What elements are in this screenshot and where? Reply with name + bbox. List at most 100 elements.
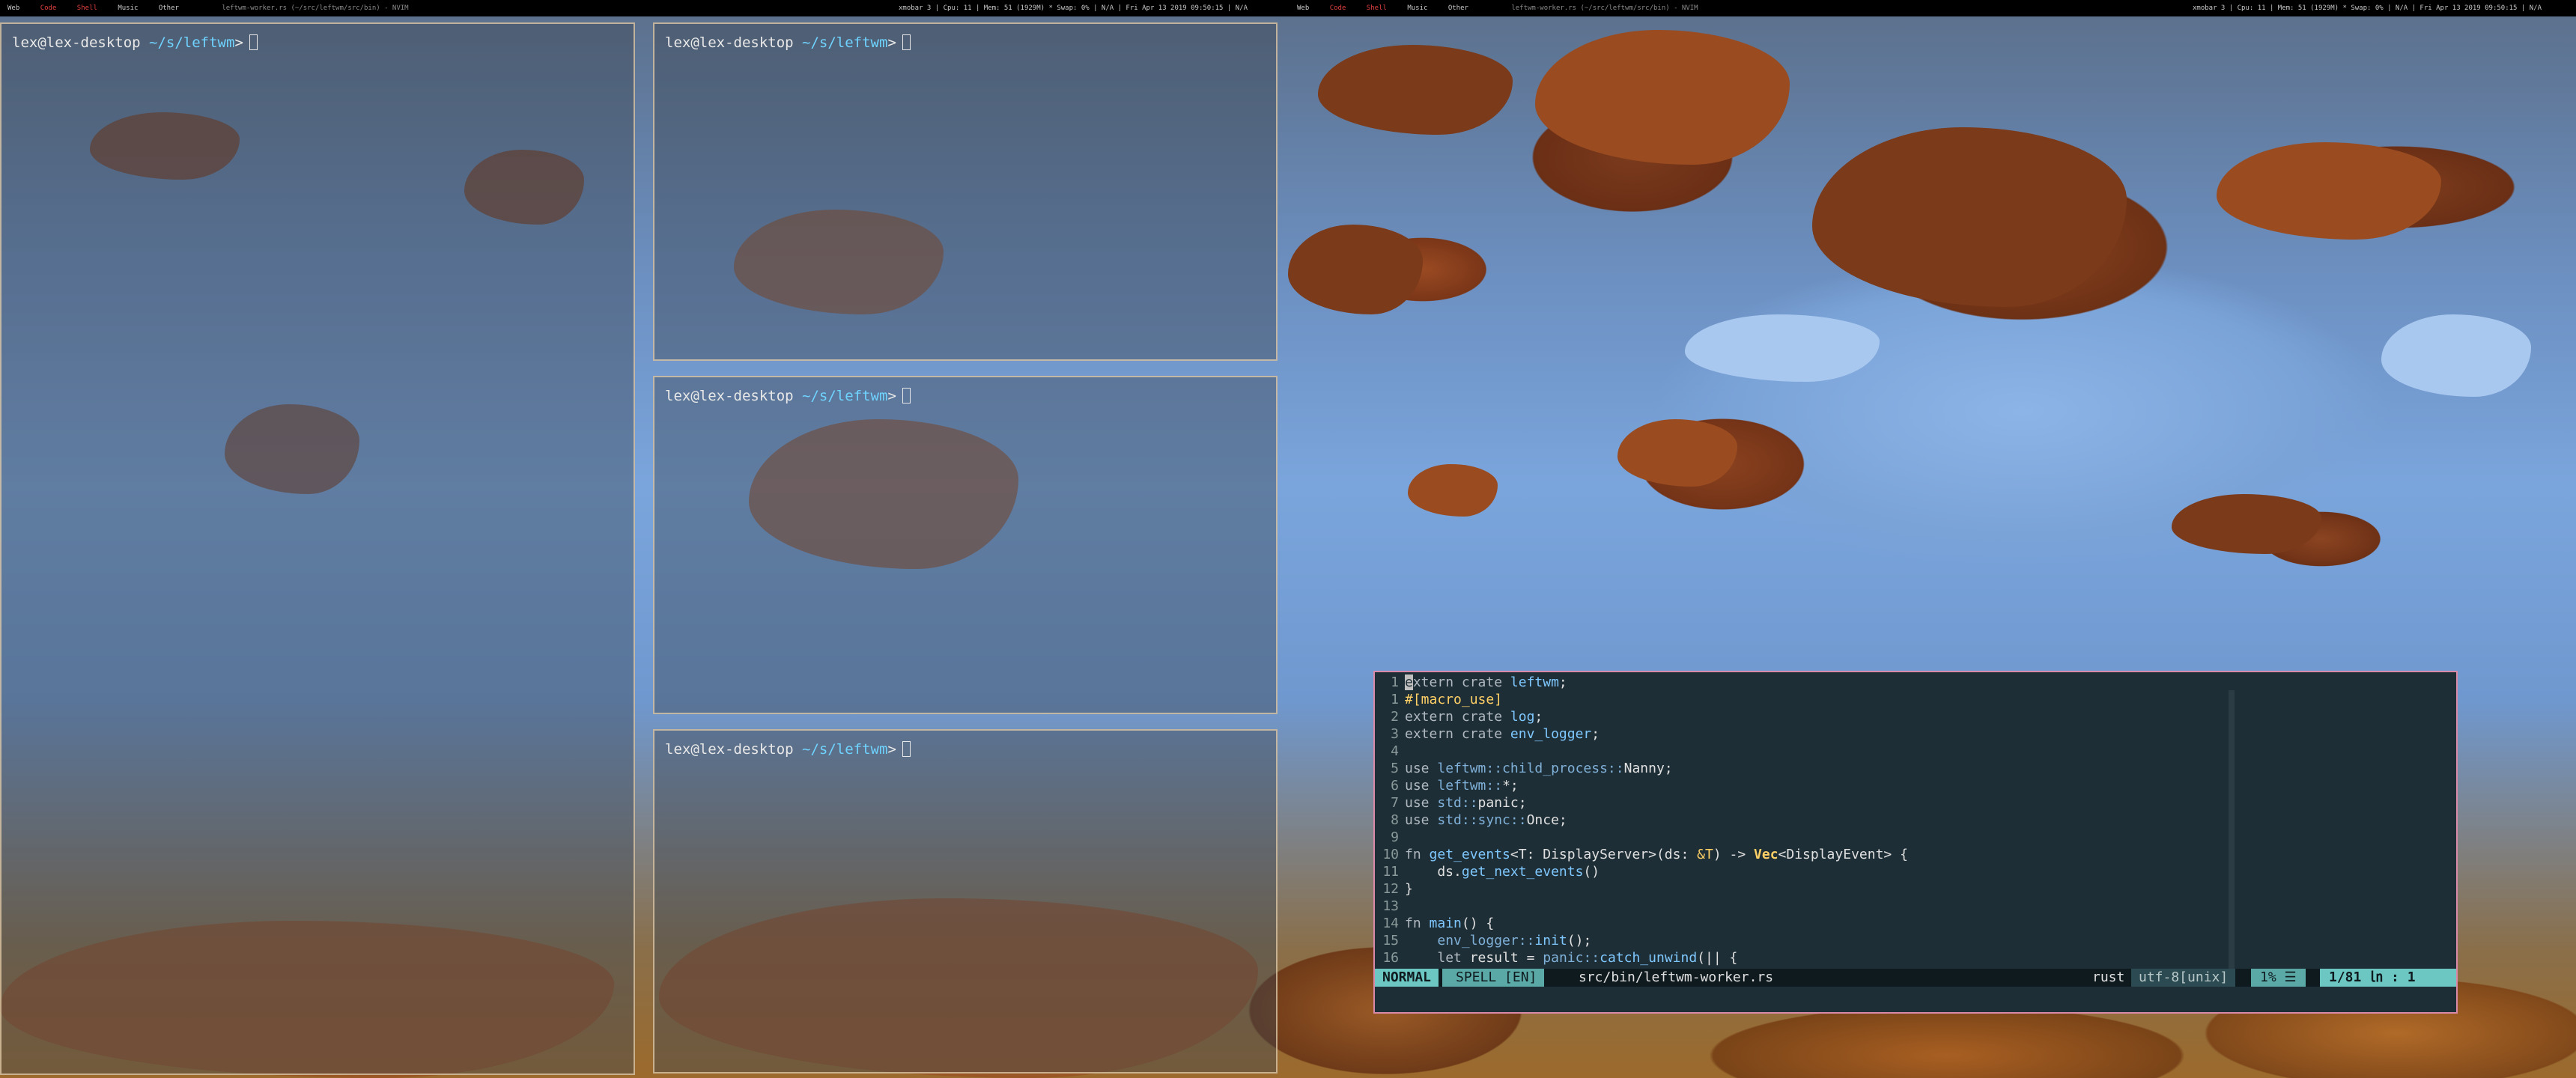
top-status-bar: Web Code Shell Music Other leftwm-worker…	[0, 0, 2576, 16]
focused-window-title: leftwm-worker.rs (~/src/leftwm/src/bin) …	[1511, 4, 1698, 12]
line-number: 2	[1391, 709, 1399, 725]
code-line: 13	[1375, 898, 1405, 915]
code-token: catch_unwind	[1600, 950, 1698, 966]
text-cursor	[902, 388, 911, 404]
text-cursor	[902, 34, 911, 50]
mode-indicator: NORMAL	[1375, 969, 1439, 987]
code-token: leftwm::	[1437, 778, 1503, 794]
vim-statusline: NORMAL SPELL [EN] src/bin/leftwm-worker.…	[1375, 969, 2456, 987]
code-token: std::sync::	[1437, 812, 1527, 828]
code-token: Nanny;	[1623, 761, 1673, 776]
prompt-symbol: >	[234, 34, 243, 51]
right-monitor-bar: Web Code Shell Music Other leftwm-worker…	[1297, 0, 1698, 16]
shell-prompt: lex@lex-desktop ~/s/leftwm>	[12, 34, 258, 51]
code-token: Once;	[1526, 812, 1567, 828]
wallpaper-rust-patch	[1617, 419, 1737, 487]
wallpaper-rust-patch	[1535, 30, 1790, 165]
code-line: 2 extern crate log;	[1375, 708, 1543, 725]
line-number: 4	[1391, 743, 1399, 759]
line-number: 9	[1391, 829, 1399, 845]
shell-prompt: lex@lex-desktop ~/s/leftwm>	[665, 741, 911, 758]
code-token: *;	[1502, 778, 1519, 794]
code-line: 15 env_logger::init();	[1375, 932, 1591, 949]
line-number: 8	[1391, 812, 1399, 828]
code-line: 9	[1375, 829, 1405, 846]
terminal-window[interactable]: lex@lex-desktop ~/s/leftwm>	[653, 22, 1278, 361]
workspace-other[interactable]: Other	[159, 0, 179, 16]
code-token: result =	[1469, 950, 1543, 966]
code-line: 12}	[1375, 880, 1413, 898]
code-line: 1 extern crate leftwm;	[1375, 674, 1567, 691]
code-token: use	[1405, 761, 1438, 776]
workspace-web[interactable]: Web	[7, 0, 19, 16]
line-number: 16	[1382, 950, 1399, 966]
prompt-path: ~/s/leftwm	[802, 34, 888, 51]
code-line: 5 use leftwm::child_process::Nanny;	[1375, 760, 1673, 777]
color-column	[2229, 690, 2235, 969]
code-line: 16 let result = panic::catch_unwind(|| {	[1375, 949, 1737, 966]
line-number: 1	[1391, 692, 1399, 707]
code-line: 3 extern crate env_logger;	[1375, 725, 1600, 743]
line-number: 15	[1382, 933, 1399, 948]
workspace-music[interactable]: Music	[1407, 0, 1427, 16]
code-token: use	[1405, 778, 1438, 794]
code-token: leftwm	[1510, 674, 1559, 690]
workspace-code[interactable]: Code	[1330, 0, 1346, 16]
code-token: main	[1429, 916, 1462, 931]
code-line: 4	[1375, 743, 1405, 760]
cursor-position: 1/81 ㏑ : 1	[2320, 969, 2456, 987]
prompt-symbol: >	[887, 741, 896, 758]
code-token: #[macro_use]	[1405, 692, 1503, 707]
code-token: xtern crate	[1412, 674, 1510, 690]
code-token: }	[1405, 881, 1413, 897]
workspace-web[interactable]: Web	[1297, 0, 1309, 16]
terminal-window[interactable]: lex@lex-desktop ~/s/leftwm>	[0, 22, 635, 1075]
code-line: 6 use leftwm::*;	[1375, 777, 1519, 794]
code-token: leftwm::child_process::	[1437, 761, 1624, 776]
line-number: 6	[1391, 778, 1399, 794]
terminal-window[interactable]: lex@lex-desktop ~/s/leftwm>	[653, 376, 1278, 714]
code-token: init	[1534, 933, 1567, 948]
code-token: use	[1405, 795, 1438, 811]
code-line: 8 use std::sync::Once;	[1375, 811, 1567, 829]
terminal-window[interactable]: lex@lex-desktop ~/s/leftwm>	[653, 729, 1278, 1074]
code-token: ;	[1558, 674, 1567, 690]
wallpaper-paint-flake	[2381, 314, 2531, 397]
text-cursor	[249, 34, 258, 50]
wallpaper-rust-patch	[1318, 45, 1513, 135]
spell-indicator: SPELL [EN]	[1442, 969, 1545, 987]
code-token: ();	[1567, 933, 1592, 948]
vim-command-line[interactable]	[1375, 987, 2456, 1012]
scroll-percent: 1% ☰	[2251, 969, 2306, 987]
code-token: fn	[1405, 847, 1430, 862]
code-token: &T	[1697, 847, 1713, 862]
filetype: rust	[2092, 969, 2125, 985]
code-token: get_next_events	[1461, 864, 1584, 880]
prompt-symbol: >	[887, 34, 896, 51]
file-encoding: utf-8[unix]	[2131, 969, 2236, 987]
code-token: log	[1510, 709, 1535, 725]
workspace-other[interactable]: Other	[1448, 0, 1468, 16]
prompt-user-host: lex@lex-desktop	[665, 388, 794, 404]
workspace-code[interactable]: Code	[40, 0, 57, 16]
neovim-window[interactable]: 1 extern crate leftwm; 1 #[macro_use] 2 exter…	[1373, 671, 2458, 1014]
line-number: 5	[1391, 761, 1399, 776]
code-token: extern crate	[1405, 726, 1510, 742]
wallpaper-rust-patch	[2217, 142, 2441, 240]
code-token: fn	[1405, 916, 1430, 931]
editor-buffer[interactable]: 1 extern crate leftwm; 1 #[macro_use] 2 exter…	[1375, 672, 2456, 969]
code-token: ) ->	[1713, 847, 1755, 862]
code-token: ds.	[1405, 864, 1462, 880]
line-number: 13	[1382, 898, 1399, 914]
code-token: let	[1437, 950, 1470, 966]
code-token: env_logger	[1510, 726, 1592, 742]
focused-window-title: leftwm-worker.rs (~/src/leftwm/src/bin) …	[222, 4, 409, 12]
line-number: 3	[1391, 726, 1399, 742]
workspace-music[interactable]: Music	[118, 0, 138, 16]
line-number: 11	[1382, 864, 1399, 880]
workspace-shell[interactable]: Shell	[1367, 0, 1387, 16]
text-cursor	[902, 741, 911, 757]
workspace-shell[interactable]: Shell	[77, 0, 97, 16]
prompt-user-host: lex@lex-desktop	[665, 741, 794, 758]
